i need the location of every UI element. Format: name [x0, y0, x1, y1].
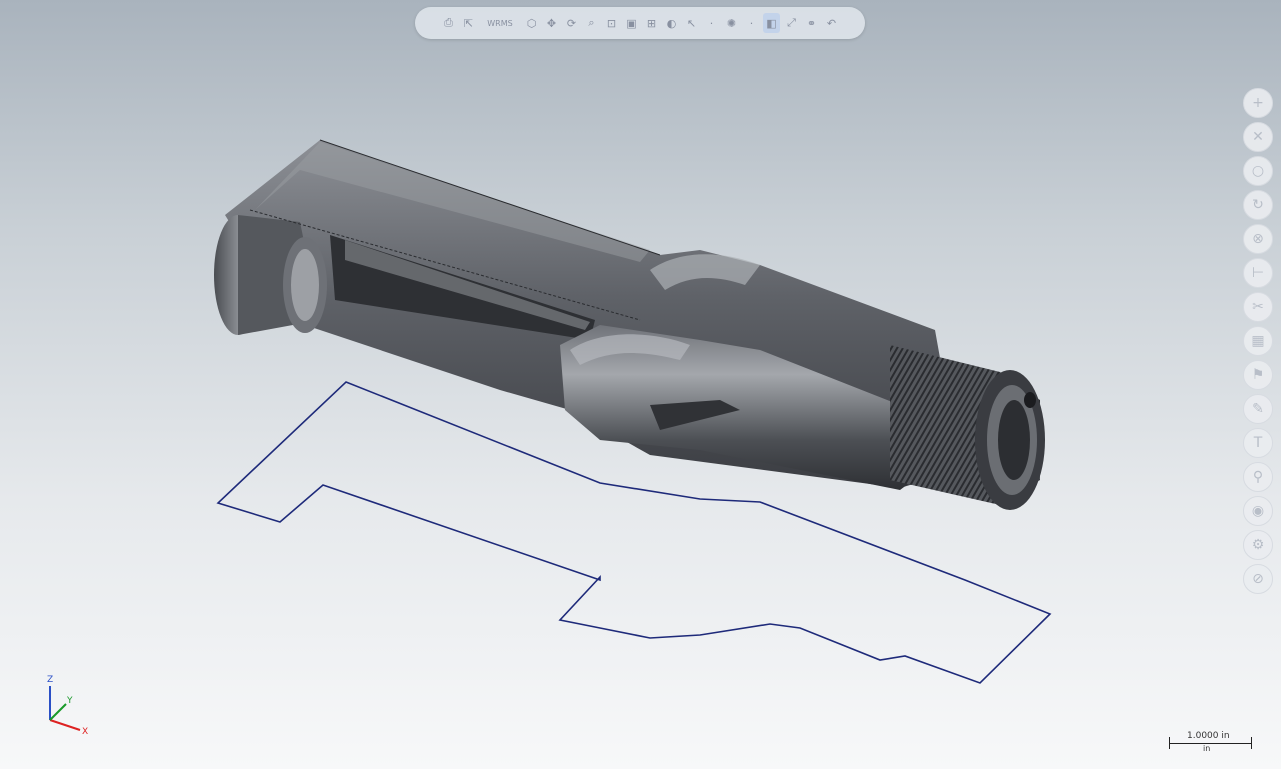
- triad-y-label: Y: [66, 696, 73, 706]
- scale-tick-left: [1169, 737, 1170, 749]
- snap-icon[interactable]: ⤢: [783, 13, 800, 33]
- circle-icon[interactable]: ○: [1243, 156, 1273, 186]
- scale-bar: 1.0000 in in: [1165, 731, 1260, 763]
- triad-x-label: X: [82, 727, 88, 737]
- globe-icon[interactable]: ◉: [1243, 496, 1273, 526]
- settings-icon[interactable]: ⚙: [1243, 530, 1273, 560]
- stop-icon[interactable]: ⊘: [1243, 564, 1273, 594]
- trim-icon[interactable]: ✂: [1243, 292, 1273, 322]
- section-icon[interactable]: ▣: [623, 13, 640, 33]
- scale-unit: in: [1203, 744, 1211, 753]
- heads-up-toolbar: ⎙ ⇱ WRMS ⬡ ✥ ⟳ ⌕ ⊡ ▣ ⊞ ◐ ↖ · ✺ · ◧ ⤢ ⚭ ↶: [415, 7, 865, 39]
- flag-icon[interactable]: ⚑: [1243, 360, 1273, 390]
- select-icon[interactable]: ⇱: [460, 13, 477, 33]
- light-icon[interactable]: ✺: [723, 13, 740, 33]
- pin-icon[interactable]: ⚲: [1243, 462, 1273, 492]
- texture-icon[interactable]: ▦: [1243, 326, 1273, 356]
- dimension-icon[interactable]: ⊢: [1243, 258, 1273, 288]
- isometric-icon[interactable]: ⬡: [523, 13, 540, 33]
- save-view-icon[interactable]: ⎙: [440, 13, 457, 33]
- side-toolbar: + ✕ ○ ↻ ⊗ ⊢ ✂ ▦ ⚑ ✎ T ⚲ ◉ ⚙ ⊘: [1241, 88, 1275, 594]
- cube-icon[interactable]: ◧: [763, 13, 780, 33]
- pan-icon[interactable]: ✥: [543, 13, 560, 33]
- fit-icon[interactable]: ⊡: [603, 13, 620, 33]
- axis-triad-icon: Z X Y: [47, 675, 88, 737]
- pointer-icon[interactable]: ↖: [683, 13, 700, 33]
- arc-icon[interactable]: ↻: [1243, 190, 1273, 220]
- 3d-viewport[interactable]: [0, 0, 1281, 769]
- close-icon[interactable]: ✕: [1243, 122, 1273, 152]
- zoom-icon[interactable]: ⌕: [583, 13, 600, 33]
- triad-z-label: Z: [47, 675, 53, 685]
- measure-icon[interactable]: ⊞: [643, 13, 660, 33]
- dot-icon[interactable]: ·: [703, 13, 720, 33]
- text-icon[interactable]: T: [1243, 428, 1273, 458]
- dot2-icon[interactable]: ·: [743, 13, 760, 33]
- undo-icon[interactable]: ↶: [823, 13, 840, 33]
- part-model[interactable]: [214, 139, 1045, 510]
- render-icon[interactable]: ◐: [663, 13, 680, 33]
- scale-tick-right: [1251, 737, 1252, 749]
- paint-icon[interactable]: ✎: [1243, 394, 1273, 424]
- model-canvas: [214, 139, 1052, 684]
- add-icon[interactable]: +: [1243, 88, 1273, 118]
- mate-icon[interactable]: ⊗: [1243, 224, 1273, 254]
- view-label[interactable]: WRMS: [480, 13, 520, 33]
- link-icon[interactable]: ⚭: [803, 13, 820, 33]
- scale-value: 1.0000 in: [1187, 731, 1230, 741]
- rotate-icon[interactable]: ⟳: [563, 13, 580, 33]
